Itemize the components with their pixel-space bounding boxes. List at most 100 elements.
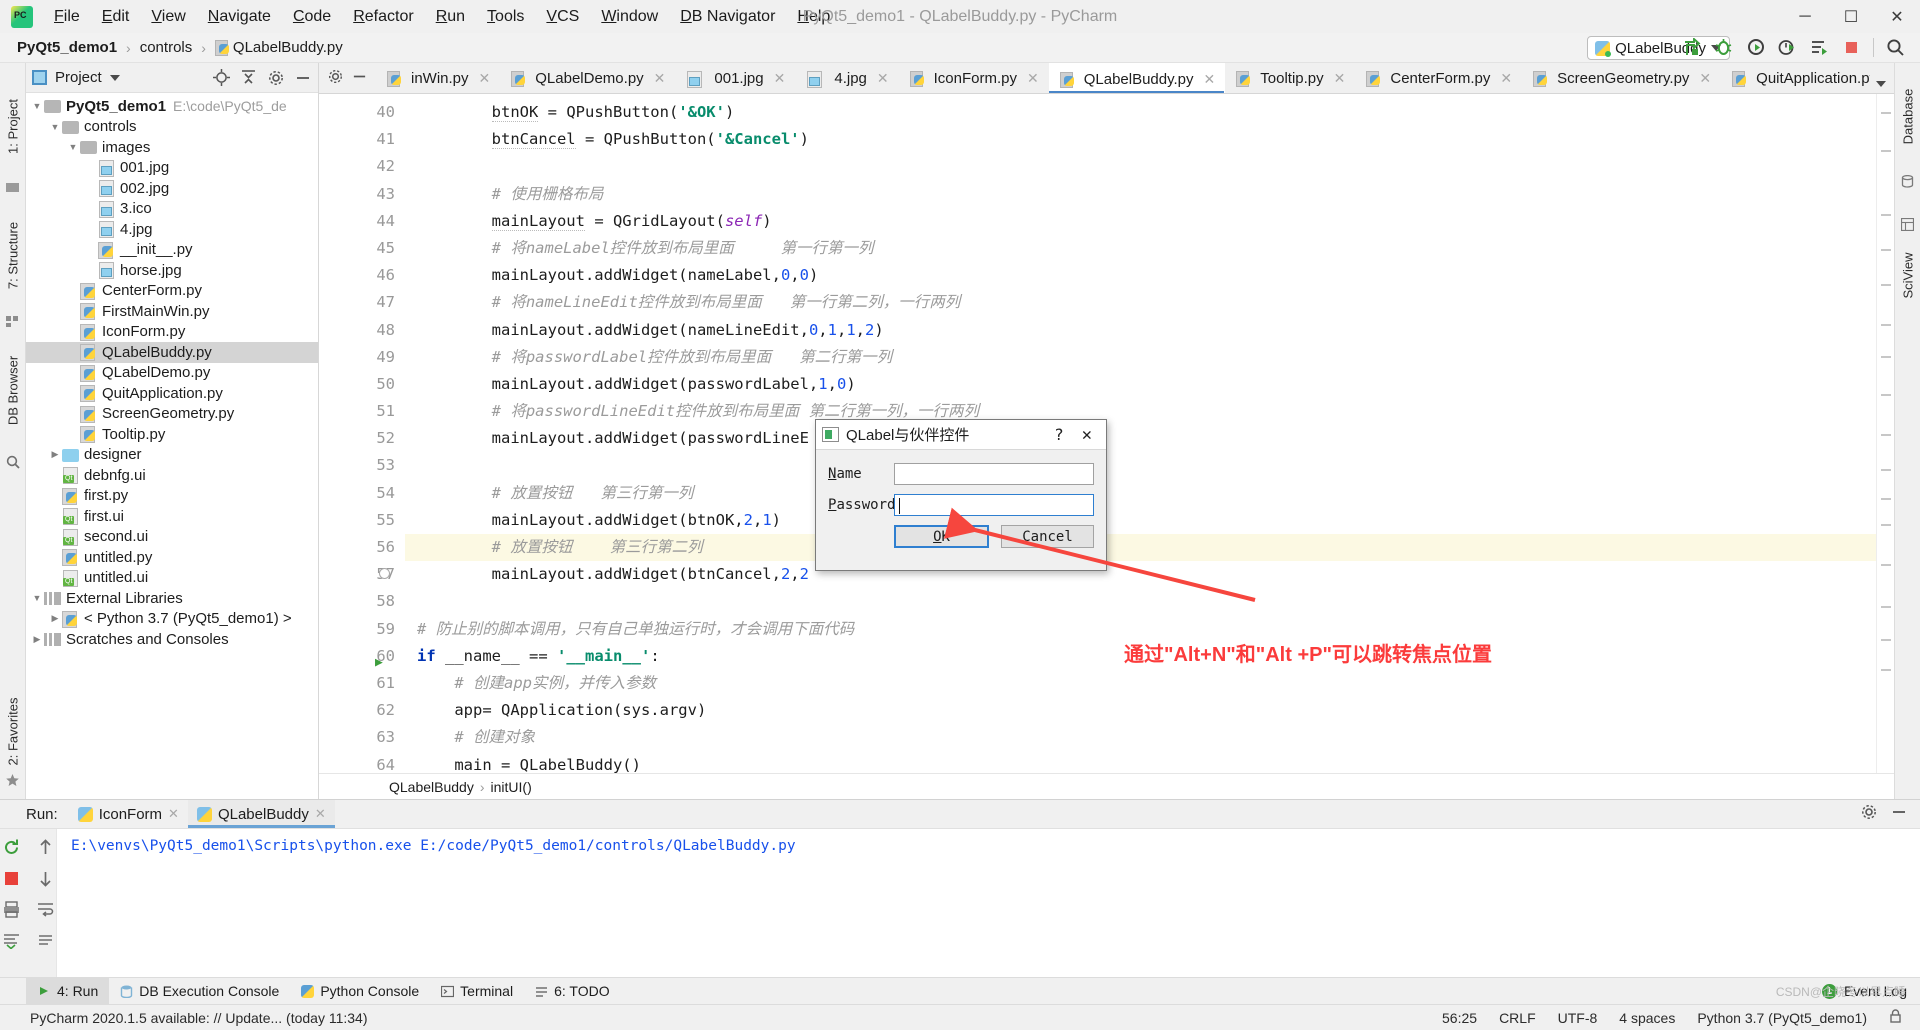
code-line[interactable] bbox=[405, 153, 1876, 180]
tree-item[interactable]: QuitApplication.py bbox=[26, 383, 318, 404]
run-tab-IconForm[interactable]: IconForm ✕ bbox=[69, 800, 188, 828]
gutter-line[interactable]: 52 bbox=[319, 425, 405, 452]
gutter-line[interactable]: 45 bbox=[319, 235, 405, 262]
debug-icon[interactable] bbox=[1713, 37, 1734, 58]
gutter-line[interactable]: 42 bbox=[319, 153, 405, 180]
stripe-mark[interactable] bbox=[1881, 214, 1891, 216]
tree-item[interactable]: FirstMainWin.py bbox=[26, 301, 318, 322]
editor-tab-inWin-py[interactable]: inWin.py ✕ bbox=[376, 63, 500, 93]
editor-tab-IconForm-py[interactable]: IconForm.py ✕ bbox=[899, 63, 1049, 93]
menu-item-edit[interactable]: Edit bbox=[91, 4, 141, 30]
tree-item[interactable]: ▼ PyQt5_demo1 E:\code\PyQt5_de bbox=[26, 96, 318, 117]
tree-item[interactable]: ▼ External Libraries bbox=[26, 588, 318, 609]
tree-item[interactable]: debnfg.ui bbox=[26, 465, 318, 486]
file-encoding[interactable]: UTF-8 bbox=[1558, 1010, 1598, 1026]
tree-expand-arrow[interactable]: ▼ bbox=[30, 101, 44, 111]
close-button[interactable]: ✕ bbox=[1874, 0, 1920, 33]
tool-strip-python-console[interactable]: Python Console bbox=[290, 978, 430, 1005]
tree-item[interactable]: second.ui bbox=[26, 527, 318, 548]
tool-strip-db-execution-console[interactable]: DB Execution Console bbox=[109, 978, 290, 1005]
stripe-mark[interactable] bbox=[1881, 394, 1891, 396]
qt-dialog[interactable]: QLabel与伙伴控件 ? ✕ Name Password OK Cancel bbox=[815, 419, 1107, 571]
close-icon[interactable]: ✕ bbox=[1500, 70, 1512, 87]
tool-strip-4-run[interactable]: 4: Run bbox=[26, 977, 110, 1005]
close-icon[interactable]: ✕ bbox=[1027, 70, 1039, 87]
qt-close-button[interactable]: ✕ bbox=[1074, 425, 1100, 445]
project-tree[interactable]: ▼ PyQt5_demo1 E:\code\PyQt5_de ▼ controls ▼ im… bbox=[26, 93, 318, 799]
stripe-mark[interactable] bbox=[1881, 669, 1891, 671]
tree-item[interactable]: untitled.py bbox=[26, 547, 318, 568]
menu-item-refactor[interactable]: Refactor bbox=[342, 4, 424, 30]
indent-setting[interactable]: 4 spaces bbox=[1619, 1010, 1675, 1026]
qt-password-input[interactable] bbox=[894, 494, 1094, 516]
gutter-line[interactable]: 59 bbox=[319, 616, 405, 643]
settings-gear-icon[interactable] bbox=[1861, 804, 1877, 824]
tree-expand-arrow[interactable]: ▼ bbox=[48, 122, 62, 132]
tool-window-database[interactable]: Database bbox=[1900, 89, 1915, 145]
status-message[interactable]: PyCharm 2020.1.5 available: // Update...… bbox=[0, 1010, 368, 1026]
gutter-line[interactable]: 55 bbox=[319, 507, 405, 534]
close-icon[interactable]: ✕ bbox=[654, 70, 666, 87]
code-line[interactable]: mainLayout.addWidget(passwordLineE bbox=[405, 425, 1876, 452]
stop-icon[interactable] bbox=[0, 867, 22, 889]
gutter-line[interactable]: 60 ▶ bbox=[319, 643, 405, 670]
collapse-all-icon[interactable] bbox=[239, 68, 258, 87]
code-line[interactable]: # 创建app实例，并传入参数 bbox=[405, 670, 1876, 697]
code-line[interactable]: # 将nameLineEdit控件放到布局里面 第一行第二列，一行两列 bbox=[405, 289, 1876, 316]
gutter-line[interactable]: 53 bbox=[319, 452, 405, 479]
tree-item[interactable]: first.ui bbox=[26, 506, 318, 527]
close-icon[interactable]: ✕ bbox=[877, 70, 889, 87]
close-icon[interactable]: ✕ bbox=[479, 70, 491, 87]
close-icon[interactable]: ✕ bbox=[1334, 70, 1346, 87]
gutter-line[interactable]: 63 bbox=[319, 724, 405, 751]
code-line[interactable]: # 放置按钮 第三行第二列 bbox=[405, 534, 1876, 562]
maximize-button[interactable]: ☐ bbox=[1828, 0, 1874, 33]
tree-item[interactable]: ▶ designer bbox=[26, 445, 318, 466]
locate-icon[interactable] bbox=[212, 68, 231, 87]
tree-item[interactable]: Tooltip.py bbox=[26, 424, 318, 445]
menu-item-file[interactable]: File bbox=[43, 4, 91, 30]
gutter-line[interactable]: 48 bbox=[319, 317, 405, 344]
tree-item[interactable]: first.py bbox=[26, 486, 318, 507]
menu-item-window[interactable]: Window bbox=[590, 4, 669, 30]
close-icon[interactable]: ✕ bbox=[1204, 71, 1216, 88]
gutter-line[interactable]: 57 bbox=[319, 561, 405, 588]
tool-strip-terminal[interactable]: Terminal bbox=[430, 978, 524, 1005]
tree-expand-arrow[interactable]: ▶ bbox=[30, 634, 44, 645]
code-line[interactable]: # 使用栅格布局 bbox=[405, 181, 1876, 208]
error-stripe[interactable] bbox=[1876, 94, 1894, 773]
settings-gear-icon[interactable] bbox=[328, 69, 343, 88]
profile-icon[interactable] bbox=[1777, 37, 1798, 58]
close-icon[interactable]: ✕ bbox=[168, 806, 179, 822]
gutter-line[interactable]: 61 bbox=[319, 670, 405, 697]
code-line[interactable]: btnCancel = QPushButton('&Cancel') bbox=[405, 126, 1876, 153]
code-line[interactable]: # 将nameLabel控件放到布局里面 第一行第一列 bbox=[405, 235, 1876, 262]
settings-gear-icon[interactable] bbox=[266, 68, 285, 87]
scroll-to-end-icon[interactable] bbox=[0, 929, 22, 951]
stripe-mark[interactable] bbox=[1881, 639, 1891, 641]
editor-gutter[interactable]: 40 41 42 43 44 45 46 47 48 49 50 51 52 53 54 55 56 57 58 59… bbox=[319, 94, 405, 773]
print-icon[interactable] bbox=[0, 898, 22, 920]
tree-item[interactable]: ▼ controls bbox=[26, 117, 318, 138]
code-line[interactable]: # 将passwordLabel控件放到布局里面 第二行第一列 bbox=[405, 344, 1876, 371]
down-icon[interactable] bbox=[34, 867, 56, 889]
hide-panel-icon[interactable] bbox=[1891, 804, 1907, 824]
editor-breadcrumb-class[interactable]: QLabelBuddy bbox=[389, 779, 474, 795]
line-separator[interactable]: CRLF bbox=[1499, 1010, 1536, 1026]
code-line[interactable]: mainLayout.addWidget(passwordLabel,1,0) bbox=[405, 371, 1876, 398]
search-everywhere-icon[interactable] bbox=[1885, 37, 1906, 58]
breadcrumb-folder[interactable]: controls bbox=[135, 38, 198, 57]
tool-window-favorites[interactable]: 2: Favorites bbox=[5, 698, 20, 766]
tree-item[interactable]: __init__.py bbox=[26, 240, 318, 261]
stripe-mark[interactable] bbox=[1881, 498, 1891, 500]
hide-panel-icon[interactable] bbox=[352, 69, 367, 88]
close-icon[interactable]: ✕ bbox=[1699, 70, 1711, 87]
stripe-mark[interactable] bbox=[1881, 112, 1891, 114]
qt-help-button[interactable]: ? bbox=[1044, 425, 1074, 444]
code-line[interactable]: # 创建对象 bbox=[405, 724, 1876, 751]
tool-window-db-browser[interactable]: DB Browser bbox=[5, 356, 20, 425]
gutter-line[interactable]: 46 bbox=[319, 262, 405, 289]
gutter-line[interactable]: 58 bbox=[319, 588, 405, 615]
up-icon[interactable] bbox=[34, 836, 56, 858]
gutter-line[interactable]: 47 bbox=[319, 289, 405, 316]
